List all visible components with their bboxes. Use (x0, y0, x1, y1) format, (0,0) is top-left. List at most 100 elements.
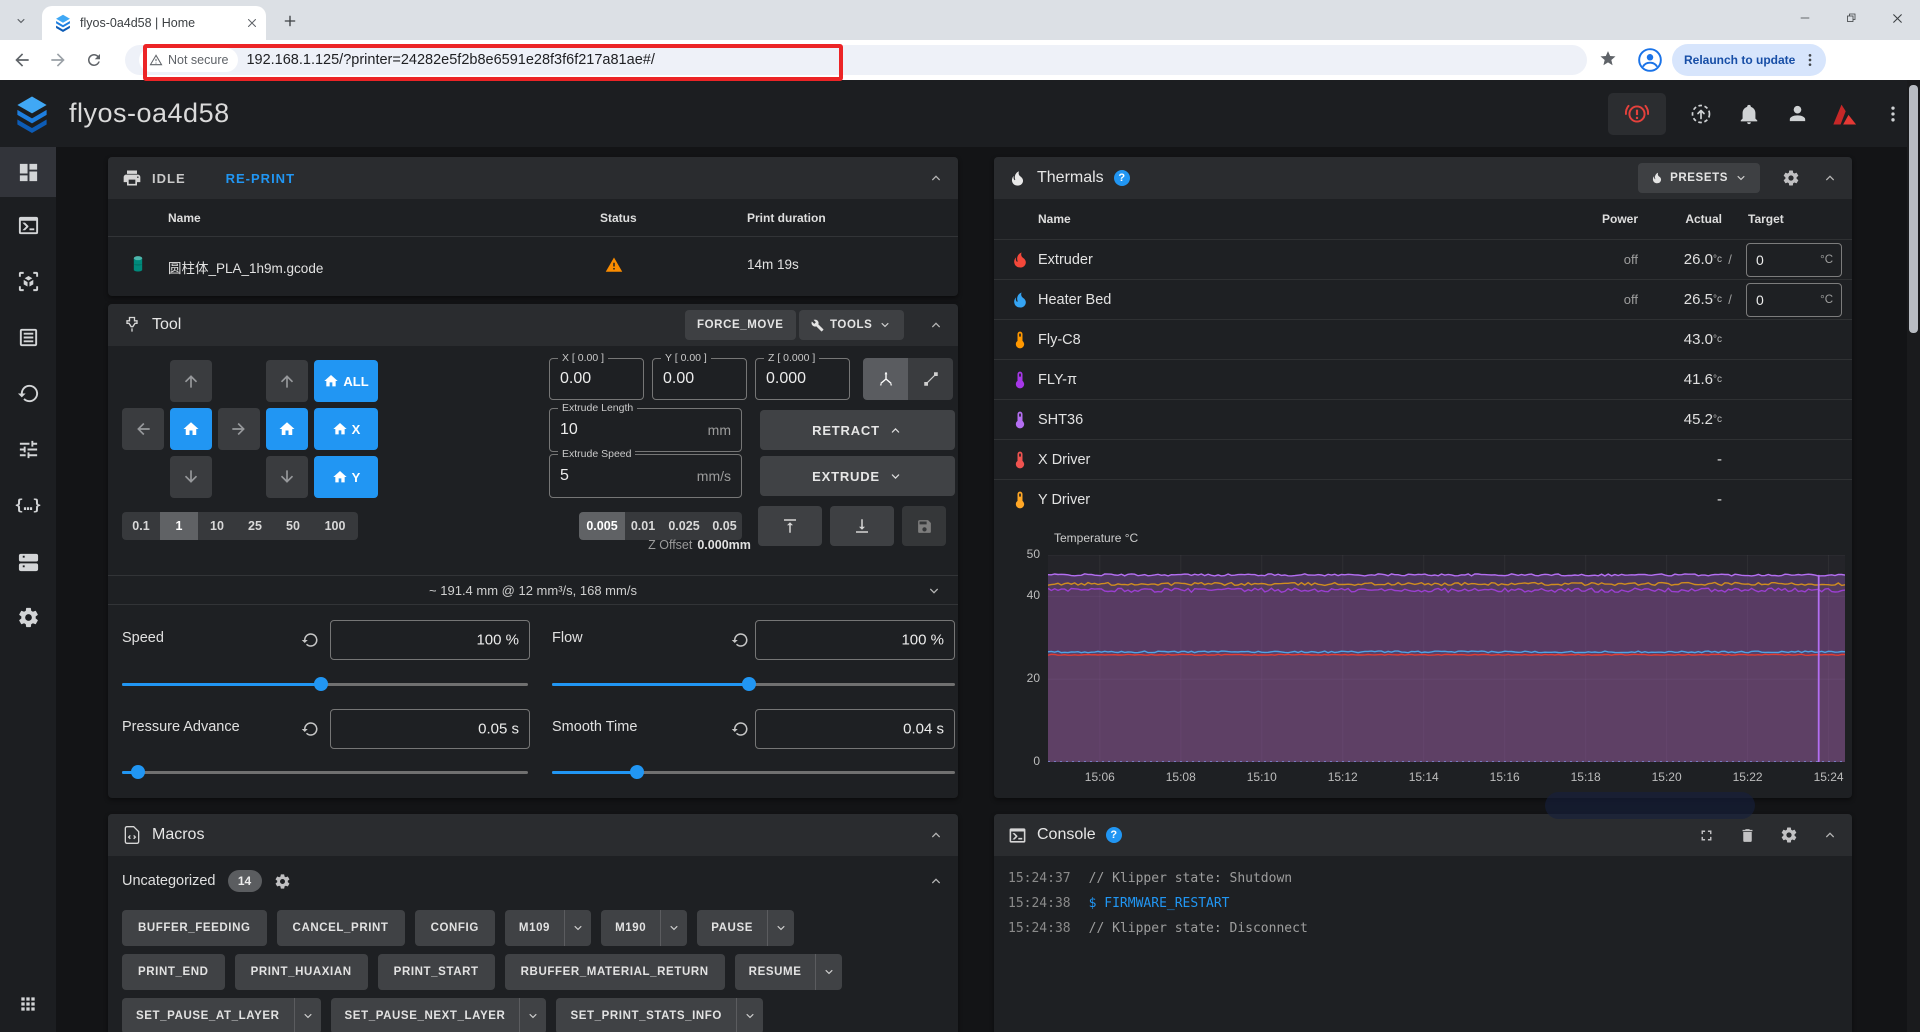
browser-tab[interactable]: flyos-0a4d58 | Home (42, 6, 266, 40)
move-y-minus-button[interactable] (170, 456, 212, 498)
user-button[interactable] (1784, 101, 1810, 127)
slider-value-field[interactable]: 0.05 s (330, 709, 530, 749)
sensor-name[interactable]: Heater Bed (1038, 292, 1111, 308)
console-fullscreen-button[interactable] (1698, 827, 1715, 844)
sensor-name[interactable]: Fly-C8 (1038, 332, 1081, 348)
presets-button[interactable]: PRESETS (1638, 163, 1760, 193)
retract-button[interactable]: RETRACT (760, 410, 955, 450)
minimize-button[interactable] (1782, 0, 1828, 36)
reset-button[interactable] (300, 630, 320, 650)
app-menu-button[interactable] (1880, 101, 1906, 127)
reset-button[interactable] (730, 719, 750, 739)
collapse-console-button[interactable] (1822, 827, 1838, 843)
restore-button[interactable] (1828, 0, 1874, 36)
home-all-button[interactable]: ALL (314, 360, 378, 402)
slider-value-field[interactable]: 100 % (755, 620, 955, 660)
slider-value-field[interactable]: 0.04 s (755, 709, 955, 749)
slider-thumb[interactable] (314, 677, 328, 691)
page-scrollbar[interactable] (1907, 80, 1920, 1032)
macro-button-resume[interactable]: RESUME (735, 954, 843, 990)
sidebar-item-console[interactable] (0, 197, 56, 253)
move-step-0.1[interactable]: 0.1 (122, 512, 160, 540)
relaunch-button[interactable]: Relaunch to update (1672, 44, 1826, 76)
move-step-50[interactable]: 50 (274, 512, 312, 540)
emergency-stop-button[interactable] (1608, 93, 1666, 135)
macro-button-buffer_feeding[interactable]: BUFFER_FEEDING (122, 910, 267, 946)
home-z-button[interactable] (266, 408, 308, 450)
sidebar-item-apps[interactable] (0, 982, 56, 1026)
move-step-1[interactable]: 1 (160, 512, 198, 540)
tab-search-button[interactable] (8, 10, 34, 32)
collapse-category-button[interactable] (928, 873, 944, 889)
help-icon[interactable]: ? (1114, 170, 1130, 186)
z-step-0.05[interactable]: 0.05 (707, 512, 742, 540)
collapse-macros-button[interactable] (928, 827, 944, 843)
macro-dropdown-button[interactable] (661, 921, 687, 935)
slider-thumb[interactable] (131, 765, 145, 779)
slider-thumb[interactable] (630, 765, 644, 779)
notifications-button[interactable] (1736, 101, 1762, 127)
extrude-length-field[interactable]: Extrude Length 10 mm (549, 408, 742, 452)
macro-dropdown-button[interactable] (816, 965, 842, 979)
target-input[interactable]: 0°C (1746, 243, 1842, 277)
collapse-thermals-button[interactable] (1822, 170, 1838, 186)
sensor-name[interactable]: FLY-π (1038, 372, 1077, 388)
macro-button-cancel_print[interactable]: CANCEL_PRINT (277, 910, 405, 946)
move-z-down-button[interactable] (266, 456, 308, 498)
forward-button[interactable] (46, 48, 70, 72)
macro-button-set_pause_next_layer[interactable]: SET_PAUSE_NEXT_LAYER (331, 998, 547, 1032)
macro-dropdown-button[interactable] (737, 1009, 763, 1023)
sensor-name[interactable]: Y Driver (1038, 492, 1090, 508)
pos-z-field[interactable]: Z [ 0.000 ] 0.000 (755, 358, 850, 400)
pos-x-field[interactable]: X [ 0.00 ] 0.00 (549, 358, 644, 400)
sidebar-item-tune[interactable] (0, 421, 56, 477)
macro-button-print_end[interactable]: PRINT_END (122, 954, 225, 990)
slider-track[interactable] (552, 765, 955, 779)
vendor-logo[interactable] (1832, 101, 1858, 127)
back-button[interactable] (10, 48, 34, 72)
macro-dropdown-button[interactable] (565, 921, 591, 935)
sidebar-item-configure[interactable]: {…} (0, 477, 56, 533)
collapse-status-button[interactable] (928, 170, 944, 186)
macro-button-config[interactable]: CONFIG (415, 910, 495, 946)
move-x-plus-button[interactable] (218, 408, 260, 450)
chart-plot[interactable] (1048, 555, 1845, 762)
tab-close-icon[interactable] (246, 17, 258, 29)
macro-dropdown-button[interactable] (768, 921, 794, 935)
slider-track[interactable] (122, 677, 528, 691)
macro-button-print_huaxian[interactable]: PRINT_HUAXIAN (235, 954, 368, 990)
move-step-100[interactable]: 100 (312, 512, 358, 540)
move-x-minus-button[interactable] (122, 408, 164, 450)
sidebar-item-jobs[interactable] (0, 309, 56, 365)
macro-button-set_print_stats_info[interactable]: SET_PRINT_STATS_INFO (556, 998, 763, 1032)
macro-settings-button[interactable] (274, 873, 291, 890)
profile-button[interactable] (1636, 46, 1663, 73)
scrollbar-thumb[interactable] (1909, 85, 1918, 333)
macro-dropdown-button[interactable] (520, 1009, 546, 1023)
move-step-10[interactable]: 10 (198, 512, 236, 540)
address-bar[interactable]: Not secure 192.168.1.125/?printer=24282e… (125, 45, 1587, 75)
not-secure-chip[interactable]: Not secure (139, 48, 238, 72)
home-x-button[interactable]: X (314, 408, 378, 450)
z-step-0.005[interactable]: 0.005 (579, 512, 625, 540)
fluidd-logo[interactable] (13, 95, 51, 133)
reload-button[interactable] (82, 48, 106, 72)
collapse-tool-button[interactable] (928, 317, 944, 333)
sidebar-item-settings[interactable] (0, 589, 56, 645)
relative-mode-button[interactable] (908, 358, 953, 400)
macro-button-pause[interactable]: PAUSE (697, 910, 794, 946)
thermals-settings-button[interactable] (1782, 169, 1800, 187)
force-move-button[interactable]: FORCE_MOVE (685, 310, 796, 340)
expand-stats-button[interactable] (926, 583, 942, 599)
z-step-0.01[interactable]: 0.01 (625, 512, 661, 540)
console-log[interactable]: 15:24:37// Klipper state: Shutdown15:24:… (994, 856, 1852, 951)
slider-value-field[interactable]: 100 % (330, 620, 530, 660)
sidebar-item-system[interactable] (0, 533, 56, 589)
sidebar-item-dashboard[interactable] (0, 147, 56, 197)
extrude-button[interactable]: EXTRUDE (760, 456, 955, 496)
updates-button[interactable] (1688, 101, 1714, 127)
slider-track[interactable] (122, 765, 528, 779)
job-row[interactable]: 圆柱体_PLA_1h9m.gcode 14m 19s (108, 237, 958, 295)
home-xy-button[interactable] (170, 408, 212, 450)
macro-button-print_start[interactable]: PRINT_START (378, 954, 495, 990)
